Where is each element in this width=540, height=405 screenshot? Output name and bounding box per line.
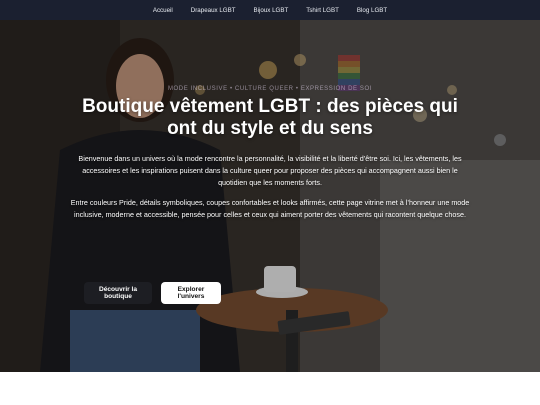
explore-universe-button[interactable]: Explorer l'univers xyxy=(161,282,221,304)
top-navigation: Accueil Drapeaux LGBT Bijoux LGBT Tshirt… xyxy=(0,0,540,20)
hero-intro-paragraph: Bienvenue dans un univers où la mode ren… xyxy=(78,154,462,187)
hero-title: Boutique vêtement LGBT : des pièces qui … xyxy=(82,96,458,139)
nav-item-tshirt-lgbt[interactable]: Tshirt LGBT xyxy=(302,7,343,14)
hero-kicker: MODE INCLUSIVE • CULTURE QUEER • EXPRESS… xyxy=(167,86,373,92)
nav-item-drapeaux-lgbt[interactable]: Drapeaux LGBT xyxy=(187,7,240,14)
nav-item-bijoux-lgbt[interactable]: Bijoux LGBT xyxy=(250,7,293,14)
nav-item-blog-lgbt[interactable]: Blog LGBT xyxy=(353,7,391,14)
nav-item-accueil[interactable]: Accueil xyxy=(149,7,177,14)
hero-second-paragraph: Entre couleurs Pride, détails symbolique… xyxy=(70,198,470,219)
discover-shop-button[interactable]: Découvrir la boutique xyxy=(84,282,152,304)
hero-buttons: Découvrir la boutique Explorer l'univers xyxy=(84,282,221,304)
hero-section: MODE INCLUSIVE • CULTURE QUEER • EXPRESS… xyxy=(0,20,540,372)
hero-content: MODE INCLUSIVE • CULTURE QUEER • EXPRESS… xyxy=(70,86,470,229)
